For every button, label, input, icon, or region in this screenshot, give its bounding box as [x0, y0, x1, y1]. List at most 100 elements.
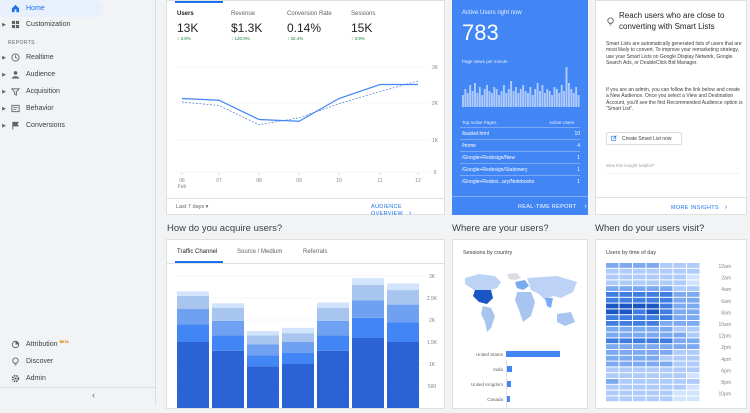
- more-insights-link[interactable]: MORE INSIGHTS ›: [671, 204, 728, 211]
- sidebar-item-acquisition[interactable]: ▶ Acquisition: [0, 83, 104, 100]
- heat-cell: [646, 268, 659, 274]
- top-pages-header: Top Active Pages: [462, 120, 497, 125]
- sidebar-item-admin[interactable]: Admin: [0, 370, 104, 387]
- create-smart-list-button[interactable]: Create Smart List now: [606, 132, 682, 145]
- realtime-row[interactable]: /Google+Redesign/New 1: [460, 151, 580, 163]
- heat-cell: [633, 332, 646, 338]
- sidebar-item-label: Realtime: [26, 54, 54, 61]
- active-users-header: Active Users: [549, 120, 575, 125]
- heat-cell: [660, 321, 673, 326]
- realtime-row[interactable]: /Google+Redesign/Stationery 1: [460, 163, 580, 175]
- heat-cell: [687, 297, 700, 303]
- heat-cell: [606, 361, 619, 367]
- traffic-bar-segment: [282, 327, 314, 334]
- metric-revenue[interactable]: Revenue $1.3K ↑ 120.9%: [231, 11, 262, 41]
- heat-cell: [619, 286, 632, 291]
- heat-cell: [660, 292, 673, 297]
- realtime-row[interactable]: /Google+Redesi...ary/Notebooks 1: [460, 175, 580, 187]
- reports-header: REPORTS: [8, 40, 35, 46]
- heat-cell: [633, 263, 646, 268]
- heat-cell: [606, 396, 619, 402]
- sidebar-footer: ‹: [0, 387, 155, 404]
- heat-cell: [606, 338, 619, 344]
- heat-cell: [646, 332, 659, 338]
- sidebar-item-customization[interactable]: ▶ Customization: [0, 16, 104, 33]
- hour-label: 2pm: [721, 345, 731, 351]
- heat-cell: [687, 326, 700, 332]
- pageview-bar: [510, 81, 513, 107]
- person-icon: [8, 70, 22, 80]
- heat-cell: [673, 274, 686, 280]
- pageview-bar: [524, 91, 527, 107]
- traffic-bar-segment: [352, 284, 384, 301]
- heat-cell: [673, 280, 686, 286]
- pageviews-label: Page views per minute: [462, 59, 508, 64]
- tab-traffic-channel[interactable]: Traffic Channel: [177, 249, 217, 255]
- y-tick-label: 1.5K: [427, 340, 438, 346]
- heat-cell: [660, 315, 673, 320]
- hour-label: 4pm: [721, 357, 731, 363]
- heat-cell: [673, 361, 686, 367]
- sidebar-item-behavior[interactable]: ▶ Behavior: [0, 100, 104, 117]
- insight-paragraph-1: Smart Lists are automatically generated …: [606, 41, 742, 67]
- pageview-bar: [495, 89, 498, 107]
- heat-cell: [646, 367, 659, 373]
- heat-cell: [606, 263, 619, 268]
- heat-cell: [633, 384, 646, 390]
- pageview-bar: [539, 91, 541, 107]
- triangle-right-icon: ▶: [2, 88, 6, 95]
- heat-cell: [660, 350, 673, 355]
- metric-sessions[interactable]: Sessions 15K ↑ 3.9%: [351, 11, 375, 41]
- country-bar: [506, 351, 560, 357]
- heat-cell: [660, 355, 673, 361]
- heat-cell: [687, 350, 700, 355]
- y-tick-label: 1K: [429, 362, 436, 368]
- sidebar-item-home[interactable]: Home: [0, 0, 104, 17]
- realtime-row[interactable]: /home 4: [460, 139, 580, 151]
- heat-cell: [660, 367, 673, 373]
- audience-overview-label: AUDIENCE OVERVIEW: [371, 204, 403, 217]
- audience-overview-link[interactable]: AUDIENCE OVERVIEW ›: [371, 204, 444, 217]
- heat-cell: [646, 321, 659, 326]
- date-range-dropdown[interactable]: Last 7 days ▾: [176, 204, 208, 210]
- heat-cell: [646, 280, 659, 286]
- x-tick-label: 08: [256, 178, 262, 184]
- heat-cell: [673, 309, 686, 315]
- traffic-bar-segment: [247, 331, 279, 336]
- heat-cell: [687, 367, 700, 373]
- hour-label: 2am: [721, 276, 731, 282]
- heat-cell: [646, 303, 659, 309]
- pageview-bar: [493, 87, 496, 107]
- metric-conversion-rate[interactable]: Conversion Rate 0.14% ↑ 32.4%: [287, 11, 332, 41]
- collapse-chevron-icon[interactable]: ‹: [92, 390, 95, 400]
- pageview-bar: [543, 93, 546, 107]
- heat-cell: [646, 326, 659, 332]
- y-tick-label: 500: [428, 384, 437, 390]
- sidebar-item-attribution[interactable]: Attribution BETA: [0, 336, 104, 353]
- clock-icon: [8, 53, 22, 63]
- tab-referrals[interactable]: Referrals: [303, 249, 327, 255]
- heat-cell: [687, 338, 700, 344]
- heat-cell: [619, 332, 632, 338]
- beta-badge: BETA: [59, 339, 69, 344]
- traffic-stacked-bar-chart: 3K 2.5K 2K 1.5K 1K 500: [175, 274, 438, 408]
- pageview-bar: [483, 89, 486, 107]
- realtime-card: Active Users right now 783 Page views pe…: [452, 0, 588, 215]
- heat-cell: [633, 286, 646, 291]
- metric-value: 15K: [351, 21, 373, 35]
- realtime-row[interactable]: /basket.html 10: [460, 127, 580, 139]
- sidebar-item-realtime[interactable]: ▶ Realtime: [0, 49, 104, 66]
- pageview-bar: [563, 91, 566, 107]
- sidebar-item-label: Customization: [26, 21, 71, 28]
- realtime-report-link[interactable]: REAL-TIME REPORT ›: [518, 203, 587, 210]
- sidebar-item-audience[interactable]: ▶ Audience: [0, 66, 104, 83]
- metric-users[interactable]: Users 13K ↑ 3.9%: [177, 11, 198, 41]
- heat-cell: [619, 263, 632, 268]
- traffic-bar-segment: [177, 309, 209, 325]
- sidebar-item-conversions[interactable]: ▶ Conversions: [0, 117, 104, 134]
- date-range-label: Last 7 days: [176, 204, 205, 210]
- tab-source-medium[interactable]: Source / Medium: [237, 249, 282, 255]
- y-tick-label: 2K: [429, 318, 436, 324]
- metric-value: 0.14%: [287, 21, 322, 35]
- sidebar-item-discover[interactable]: Discover: [0, 353, 104, 370]
